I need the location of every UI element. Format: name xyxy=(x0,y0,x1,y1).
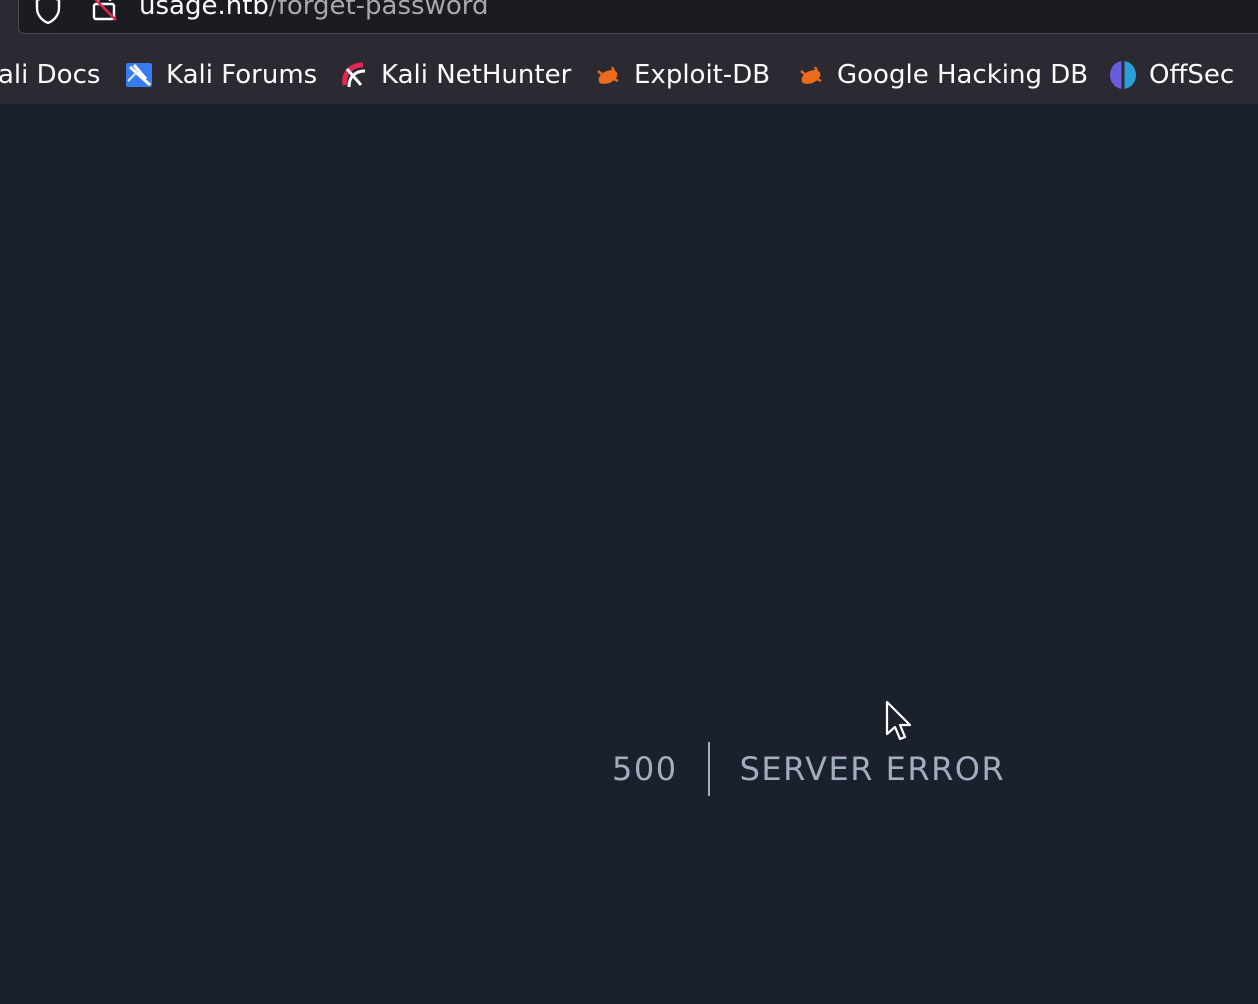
offsec-icon xyxy=(1110,61,1136,89)
bookmark-label: Exploit-DB xyxy=(634,60,771,90)
bookmark-kali-docs[interactable]: ali Docs xyxy=(0,54,100,96)
error-code: 500 xyxy=(612,750,678,788)
bookmark-label: Kali Forums xyxy=(166,60,318,90)
bookmark-label: ali Docs xyxy=(0,60,101,90)
error-message: 500 SERVER ERROR xyxy=(612,741,1005,797)
error-text: SERVER ERROR xyxy=(739,750,1006,788)
kali-forums-icon xyxy=(126,63,152,87)
browser-toolbar: usage.htb/forget-password ali Docs Kali … xyxy=(0,0,1258,104)
bookmarks-toolbar: ali Docs Kali Forums Kali NetHunter Expl… xyxy=(0,54,1258,96)
bookmark-offsec[interactable]: OffSec xyxy=(1107,54,1234,96)
bookmark-label: Google Hacking DB xyxy=(837,60,1089,90)
bookmark-label: OffSec xyxy=(1149,60,1235,90)
kali-nethunter-icon xyxy=(342,62,366,88)
bookmark-exploit-db[interactable]: Exploit-DB xyxy=(592,54,770,96)
bookmark-kali-forums[interactable]: Kali Forums xyxy=(124,54,317,96)
bookmark-label: Kali NetHunter xyxy=(381,60,572,90)
exploit-db-icon xyxy=(597,66,619,84)
url-text[interactable]: usage.htb/forget-password xyxy=(139,0,488,23)
url-domain: usage.htb xyxy=(139,0,269,21)
bookmark-kali-nethunter[interactable]: Kali NetHunter xyxy=(339,54,571,96)
page-content: 500 SERVER ERROR xyxy=(0,104,1258,1004)
shield-icon[interactable] xyxy=(33,0,63,25)
url-path: /forget-password xyxy=(268,0,489,21)
mouse-cursor-icon xyxy=(885,700,912,741)
google-hacking-db-icon xyxy=(800,66,822,84)
bookmark-google-hacking-db[interactable]: Google Hacking DB xyxy=(795,54,1088,96)
insecure-lock-icon[interactable] xyxy=(89,0,119,21)
address-bar[interactable]: usage.htb/forget-password xyxy=(18,0,1258,34)
